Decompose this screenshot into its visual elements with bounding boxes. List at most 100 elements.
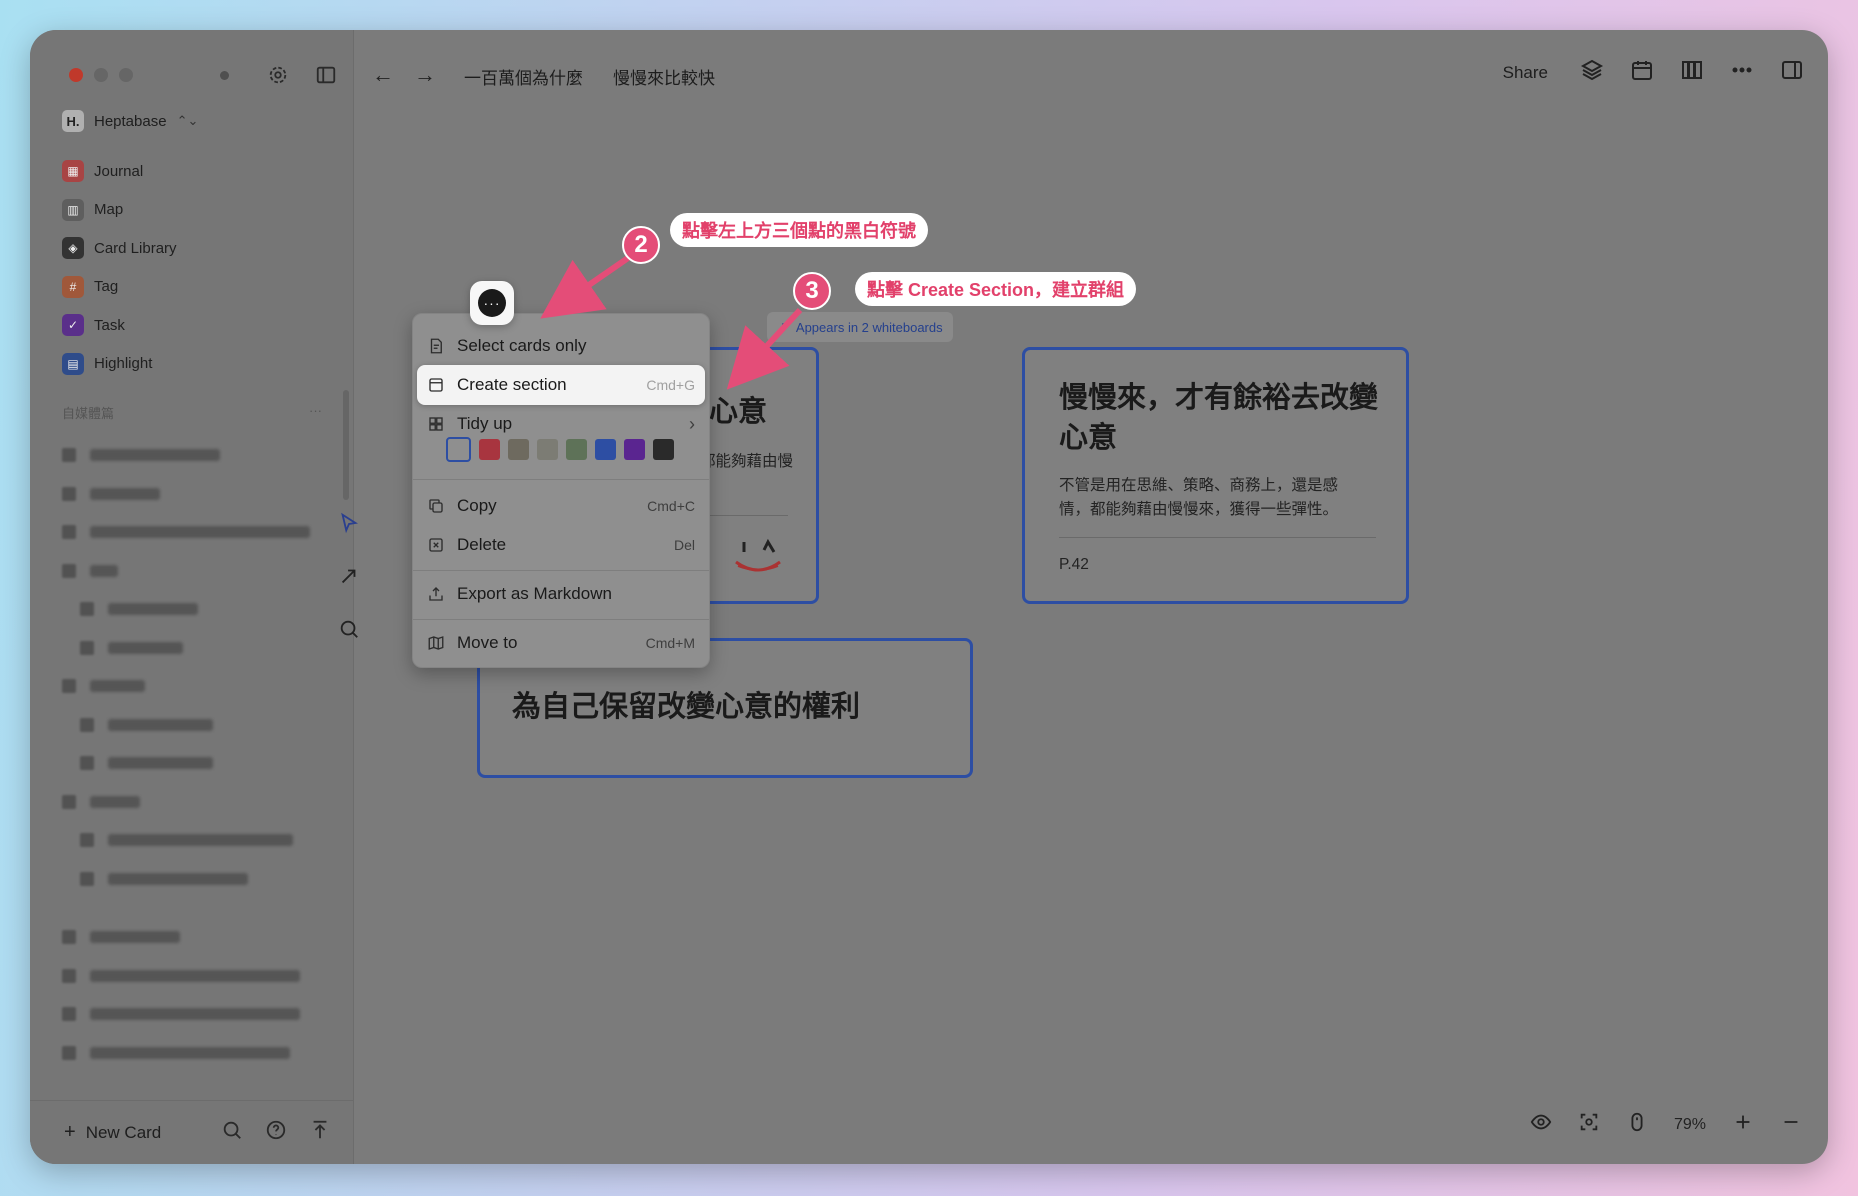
- more-dots-icon: ···: [478, 289, 506, 317]
- back-arrow-icon[interactable]: ←: [372, 62, 394, 88]
- menu-item-delete[interactable]: Delete Del: [417, 525, 705, 565]
- menu-item-copy[interactable]: Copy Cmd+C: [417, 486, 705, 526]
- journal-icon: ▦: [62, 160, 84, 183]
- new-card-button[interactable]: + New Card: [64, 1121, 161, 1144]
- swatch-color[interactable]: [653, 439, 674, 460]
- chevron-updown-icon: ⌃⌄: [176, 113, 199, 128]
- eye-icon[interactable]: [1530, 1111, 1552, 1138]
- card-title: 慢慢來，才有餘裕去改變心意: [1059, 382, 1379, 454]
- layers-icon[interactable]: [1580, 58, 1604, 87]
- zoom-window-button[interactable]: [119, 68, 133, 82]
- right-panel-icon[interactable]: [1780, 58, 1804, 87]
- scroll-to-top-icon[interactable]: [309, 1119, 331, 1146]
- card-library-icon: ◈: [62, 237, 84, 260]
- workspace-badge: H.: [62, 110, 84, 132]
- list-item[interactable]: [62, 783, 332, 822]
- swatch-color[interactable]: [566, 439, 587, 460]
- list-item[interactable]: [62, 475, 332, 514]
- top-right-actions: Share: [1503, 58, 1804, 87]
- help-icon[interactable]: [265, 1119, 287, 1146]
- list-item[interactable]: [62, 590, 332, 629]
- search-icon[interactable]: [338, 618, 360, 645]
- sidebar-item-label: Journal: [94, 162, 144, 180]
- menu-item-shortcut: Del: [673, 537, 695, 553]
- list-item[interactable]: [62, 436, 332, 475]
- zoom-out-icon[interactable]: [1780, 1111, 1802, 1138]
- menu-item-create-section[interactable]: Create section Cmd+G: [417, 365, 705, 405]
- section-more-icon[interactable]: ···: [309, 403, 322, 422]
- sidebar-item-label: Tag: [94, 278, 119, 296]
- forward-arrow-icon[interactable]: →: [414, 62, 436, 88]
- sidebar-item-task[interactable]: ✓ Task: [62, 306, 332, 345]
- sidebar-section-header[interactable]: 自媒體篇 ···: [62, 403, 322, 422]
- list-item[interactable]: [62, 821, 332, 860]
- menu-item-select-cards-only[interactable]: Select cards only: [417, 326, 705, 366]
- list-item[interactable]: [62, 706, 332, 745]
- swatch-color[interactable]: [624, 439, 645, 460]
- share-button[interactable]: Share: [1503, 63, 1548, 83]
- select-cursor-icon[interactable]: [338, 512, 360, 539]
- sidebar-scrollbar[interactable]: [343, 390, 349, 500]
- grid-icon: [429, 417, 443, 431]
- calendar-icon[interactable]: [1630, 58, 1654, 87]
- document-select-icon: [430, 338, 442, 354]
- swatch-color[interactable]: [537, 439, 558, 460]
- zoom-level[interactable]: 79%: [1674, 1116, 1706, 1134]
- list-item[interactable]: [62, 744, 332, 783]
- breadcrumb-item[interactable]: 一百萬個為什麼: [464, 64, 583, 89]
- list-item[interactable]: [62, 995, 332, 1034]
- sidebar-item-tag[interactable]: # Tag: [62, 268, 332, 307]
- top-toolbar: ← → 一百萬個為什麼 慢慢來比較快 Share: [354, 30, 1828, 110]
- step-3-badge: 3: [793, 272, 831, 310]
- sidebar-footer-icons: [221, 1119, 331, 1146]
- canvas-toolbar: [338, 512, 360, 645]
- breadcrumb: 一百萬個為什麼 慢慢來比較快: [464, 64, 715, 89]
- sync-status-dot: [220, 70, 229, 80]
- step-3-callout: 點擊 Create Section，建立群組: [855, 272, 1137, 306]
- sidebar-item-label: Map: [94, 201, 124, 219]
- selection-menu-button[interactable]: ···: [470, 281, 514, 325]
- list-item[interactable]: [62, 1034, 332, 1073]
- sidebar-item-highlight[interactable]: ▤ Highlight: [62, 345, 332, 384]
- close-window-button[interactable]: [69, 68, 83, 82]
- card[interactable]: 慢慢來，才有餘裕去改變心意 不管是用在思維、策略、商務上，還是感情，都能夠藉由慢…: [1022, 347, 1409, 604]
- connector-arrow-icon[interactable]: [338, 565, 360, 592]
- list-item[interactable]: [62, 513, 332, 552]
- search-icon[interactable]: [221, 1119, 243, 1146]
- card-title: 為自己保留改變心意的權利: [512, 691, 861, 723]
- mouse-icon[interactable]: [1626, 1111, 1648, 1138]
- swatch-color[interactable]: [595, 439, 616, 460]
- task-icon: ✓: [62, 314, 84, 337]
- fit-screen-icon[interactable]: [1578, 1111, 1600, 1138]
- list-item[interactable]: [62, 629, 332, 668]
- library-icon[interactable]: [1680, 58, 1704, 87]
- breadcrumb-item[interactable]: 慢慢來比較快: [613, 64, 715, 89]
- sidebar-item-journal[interactable]: ▦ Journal: [62, 152, 332, 191]
- list-item[interactable]: [62, 667, 332, 706]
- list-item[interactable]: [62, 552, 332, 591]
- menu-item-export-markdown[interactable]: Export as Markdown: [417, 574, 705, 614]
- chevron-right-icon: ›: [689, 413, 695, 434]
- sidebar-item-card-library[interactable]: ◈ Card Library: [62, 229, 332, 268]
- section-icon: [429, 378, 443, 392]
- zoom-in-icon[interactable]: [1732, 1111, 1754, 1138]
- menu-item-move-to[interactable]: Move to Cmd+M: [417, 623, 705, 663]
- list-item[interactable]: [62, 918, 332, 957]
- arrow-up-right-icon: ↗: [777, 319, 788, 334]
- settings-gear-icon[interactable]: [265, 62, 291, 88]
- toggle-sidebar-icon[interactable]: [313, 62, 339, 88]
- menu-item-label: Select cards only: [457, 336, 587, 355]
- sidebar-item-map[interactable]: ▥ Map: [62, 191, 332, 230]
- swatch-none[interactable]: [446, 437, 471, 462]
- history-nav: ← →: [372, 62, 436, 88]
- list-item[interactable]: [62, 957, 332, 996]
- workspace-switcher[interactable]: H. Heptabase ⌃⌄: [62, 110, 198, 132]
- list-item[interactable]: [62, 860, 332, 899]
- minimize-window-button[interactable]: [94, 68, 108, 82]
- more-icon[interactable]: [1730, 58, 1754, 87]
- menu-item-shortcut: Cmd+M: [645, 635, 695, 651]
- swatch-color[interactable]: [479, 439, 500, 460]
- swatch-color[interactable]: [508, 439, 529, 460]
- appears-in-label: Appears in 2 whiteboards: [795, 319, 943, 335]
- appears-in-whiteboards-badge[interactable]: ↗ Appears in 2 whiteboards: [767, 312, 953, 342]
